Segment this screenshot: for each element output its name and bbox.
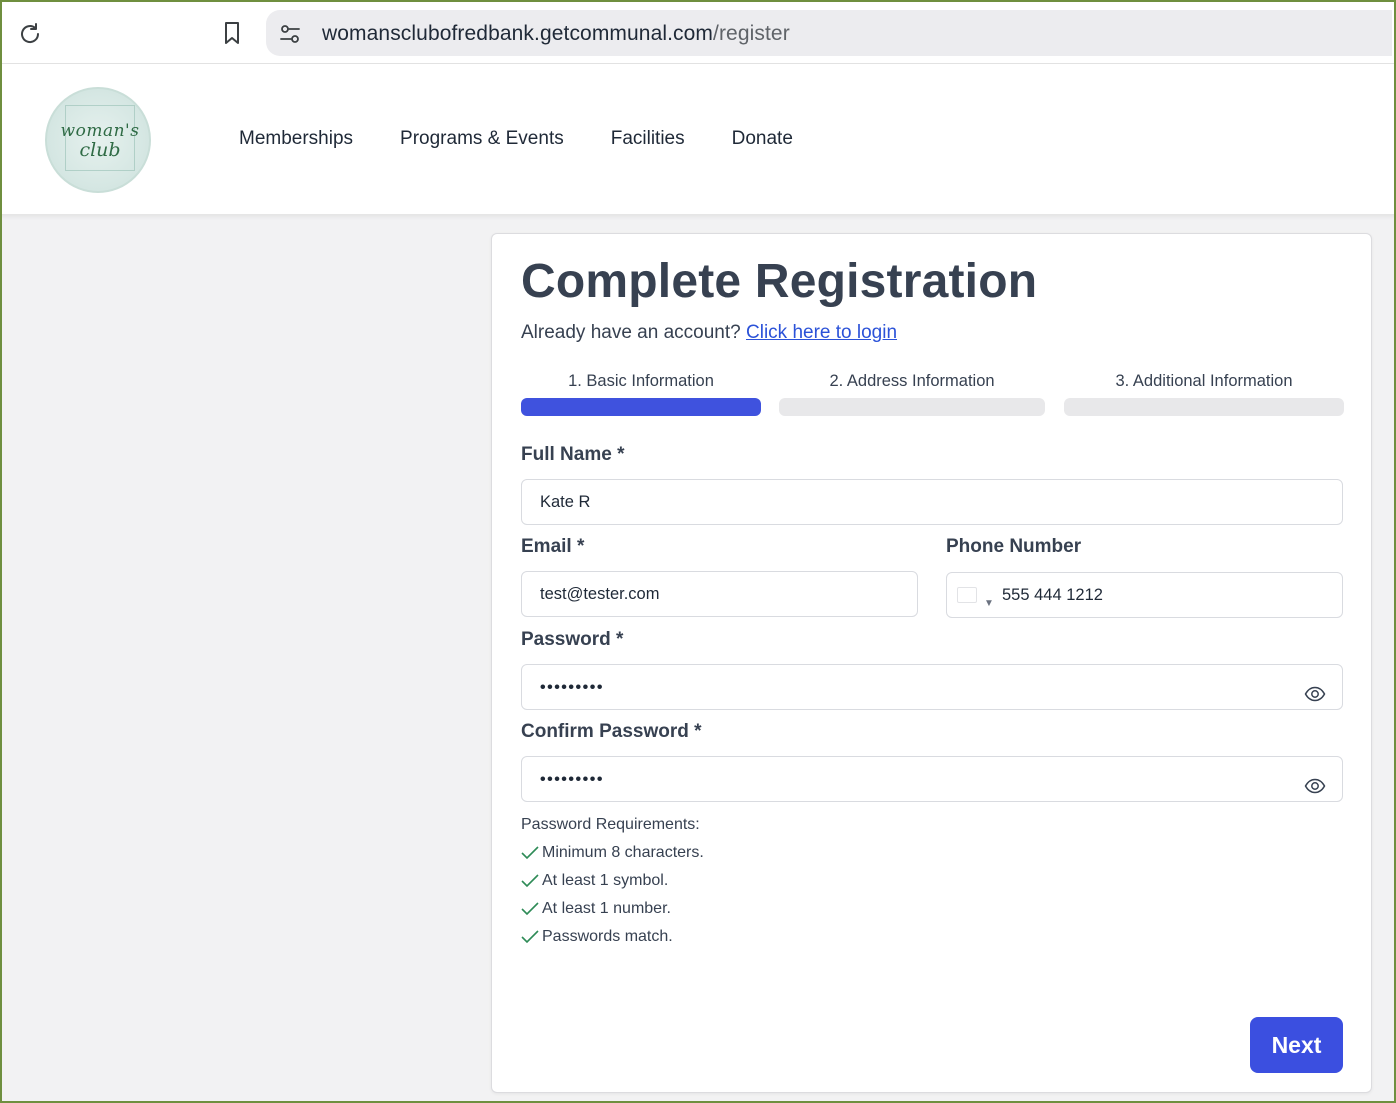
phone-label: Phone Number <box>946 536 1082 557</box>
eye-icon[interactable] <box>1304 677 1326 702</box>
country-flag-select[interactable] <box>957 587 977 603</box>
caret-down-icon[interactable]: ▼ <box>984 582 994 617</box>
password-input[interactable]: ••••••••• <box>521 664 1343 710</box>
requirement-item: At least 1 number. <box>521 900 671 918</box>
nav-memberships[interactable]: Memberships <box>239 128 353 150</box>
nav-donate[interactable]: Donate <box>732 128 793 150</box>
nav-facilities[interactable]: Facilities <box>611 128 685 150</box>
main-nav: Memberships Programs & Events Facilities… <box>239 128 840 150</box>
phone-value: 555 444 1212 <box>1002 586 1103 604</box>
browser-toolbar: womansclubofredbank.getcommunal.com/regi… <box>0 0 1396 64</box>
password-value: ••••••••• <box>540 679 604 696</box>
full-name-label: Full Name * <box>521 444 625 465</box>
next-button[interactable]: Next <box>1250 1017 1343 1073</box>
step-label: 2. Address Information <box>829 372 995 390</box>
requirement-item: Passwords match. <box>521 928 673 946</box>
step-address-information[interactable]: 2. Address Information <box>779 370 1045 416</box>
registration-card: Complete Registration Already have an ac… <box>491 233 1372 1093</box>
confirm-password-input[interactable]: ••••••••• <box>521 756 1343 802</box>
club-logo[interactable]: woman's club <box>45 87 151 193</box>
site-header: woman's club Memberships Programs & Even… <box>0 64 1396 215</box>
eye-icon[interactable] <box>1304 769 1326 794</box>
login-prompt: Already have an account? Click here to l… <box>521 322 897 344</box>
confirm-password-value: ••••••••• <box>540 771 604 788</box>
logo-text-line2: club <box>79 139 121 161</box>
phone-input[interactable]: ▼ 555 444 1212 <box>946 572 1343 618</box>
page-title: Complete Registration <box>521 255 1038 308</box>
full-name-input[interactable]: Kate R <box>521 479 1343 525</box>
checkmark-icon <box>521 930 539 944</box>
password-label: Password * <box>521 629 624 650</box>
step-basic-information[interactable]: 1. Basic Information <box>521 370 761 416</box>
requirement-item: Minimum 8 characters. <box>521 844 704 862</box>
full-name-value: Kate R <box>540 493 591 511</box>
email-input[interactable]: test@tester.com <box>521 571 918 617</box>
reload-icon[interactable] <box>16 20 44 48</box>
requirement-text: Passwords match. <box>542 928 673 945</box>
password-requirements-title: Password Requirements: <box>521 816 700 833</box>
checkmark-icon <box>521 846 539 860</box>
checkmark-icon <box>521 902 539 916</box>
login-link[interactable]: Click here to login <box>746 322 897 343</box>
url-path: /register <box>713 22 790 45</box>
email-label: Email * <box>521 536 585 557</box>
confirm-password-label: Confirm Password * <box>521 721 702 742</box>
tune-icon[interactable] <box>278 22 302 46</box>
url-text: womansclubofredbank.getcommunal.com/regi… <box>322 22 790 46</box>
requirement-item: At least 1 symbol. <box>521 872 668 890</box>
requirement-text: At least 1 number. <box>542 900 671 917</box>
nav-programs-events[interactable]: Programs & Events <box>400 128 564 150</box>
requirement-text: Minimum 8 characters. <box>542 844 704 861</box>
address-bar[interactable]: womansclubofredbank.getcommunal.com/regi… <box>266 10 1392 56</box>
step-progress: 1. Basic Information 2. Address Informat… <box>521 370 1344 416</box>
bookmark-icon[interactable] <box>218 19 246 47</box>
step-label: 1. Basic Information <box>568 372 714 390</box>
requirement-text: At least 1 symbol. <box>542 872 669 889</box>
url-host: womansclubofredbank.getcommunal.com <box>322 22 714 45</box>
step-bar <box>1064 398 1344 416</box>
email-value: test@tester.com <box>540 585 660 603</box>
step-label: 3. Additional Information <box>1115 372 1293 390</box>
step-bar <box>779 398 1045 416</box>
logo-text-line1: woman's <box>60 121 140 141</box>
step-bar-active <box>521 398 761 416</box>
step-additional-information[interactable]: 3. Additional Information <box>1064 370 1344 416</box>
checkmark-icon <box>521 874 539 888</box>
login-prompt-text: Already have an account? <box>521 322 741 343</box>
